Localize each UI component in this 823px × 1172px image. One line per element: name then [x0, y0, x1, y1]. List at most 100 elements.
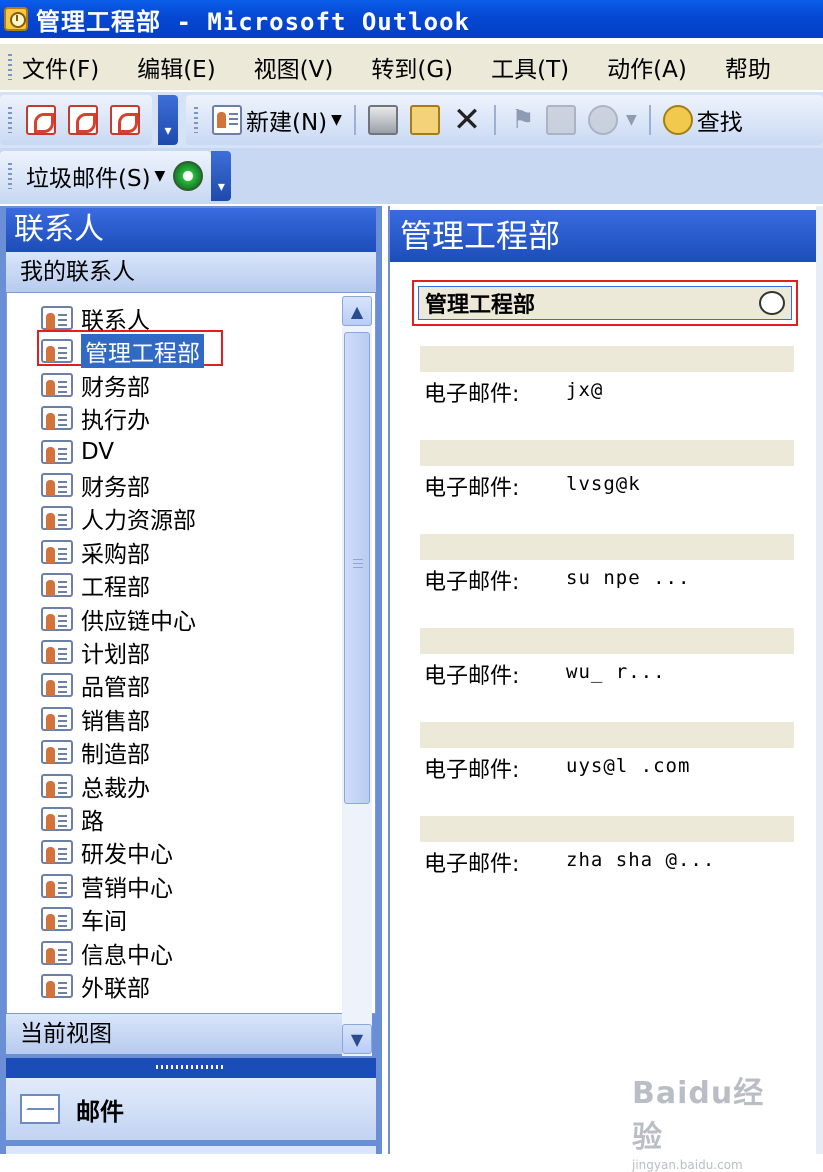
scroll-thumb[interactable]: [344, 332, 370, 804]
contact-card-email-row: 电子邮件: uys@l .com: [424, 752, 794, 784]
nav-scrollbar[interactable]: ▲ ▼: [342, 296, 372, 1056]
junk-mail-button[interactable]: 垃圾邮件(S) ▼: [22, 156, 169, 196]
contact-folder-item[interactable]: 人力资源部: [41, 503, 196, 534]
chevron-down-icon[interactable]: ▼: [331, 112, 342, 128]
menu-actions[interactable]: 动作(A): [607, 50, 687, 84]
email-value[interactable]: su npe ...: [566, 564, 690, 596]
menu-tools[interactable]: 工具(T): [491, 50, 569, 84]
move-to-folder-button[interactable]: [406, 100, 448, 140]
contact-folder-label: 财务部: [81, 475, 150, 501]
menu-help[interactable]: 帮助: [725, 50, 771, 84]
toolbar-options-chevron[interactable]: ▾: [158, 95, 178, 145]
standard-toolbar: ▾ 新建(N) ▼ ✕ ⚑ ▼ 查找: [0, 92, 823, 148]
contact-card-name-bar[interactable]: [420, 816, 794, 842]
email-label: 电子邮件:: [424, 664, 520, 689]
contact-folder-item[interactable]: 工程部: [41, 570, 150, 601]
follow-up-button[interactable]: ⚑: [504, 100, 542, 140]
contact-folder-item[interactable]: 财务部: [41, 370, 150, 401]
contact-folder-label: 管理工程部: [81, 334, 204, 369]
toolbar-grip[interactable]: [8, 107, 12, 133]
my-contacts-section[interactable]: 我的联系人: [6, 252, 376, 292]
categorize-button[interactable]: [542, 100, 584, 140]
distribution-list-card[interactable]: 管理工程部: [412, 280, 798, 326]
menu-grip[interactable]: [8, 54, 12, 80]
pdf-folder-button[interactable]: [106, 100, 148, 140]
find-label: 查找: [696, 110, 743, 136]
contact-card-email-row: 电子邮件: wu_ r...: [424, 658, 794, 690]
contact-folder-item[interactable]: 执行办: [41, 403, 150, 435]
scroll-up-button[interactable]: ▲: [342, 296, 372, 326]
contact-folder-label: 采购部: [81, 541, 150, 568]
email-value[interactable]: wu_ r...: [566, 658, 666, 690]
distribution-list-header[interactable]: 管理工程部: [418, 286, 792, 320]
pdf-attach-button[interactable]: [64, 100, 106, 140]
contact-folder-item[interactable]: DV: [41, 437, 114, 467]
contact-folder-item[interactable]: 管理工程部: [41, 334, 204, 369]
contact-card-icon: [41, 673, 73, 698]
folder-title: 管理工程部: [390, 210, 823, 262]
contact-folder-item[interactable]: 销售部: [41, 704, 150, 735]
contact-card-name-bar[interactable]: [420, 346, 794, 372]
contact-folder-item[interactable]: 信息中心: [41, 938, 173, 969]
contact-folder-item[interactable]: 采购部: [41, 537, 150, 568]
chevron-down-icon[interactable]: ▼: [155, 168, 166, 184]
nav-pane-title: 联系人: [6, 208, 376, 252]
contact-folder-label: DV: [81, 438, 115, 465]
contact-card-icon: [41, 940, 73, 965]
email-value[interactable]: lvsg@k: [566, 470, 641, 502]
contact-folder-item[interactable]: 供应链中心: [41, 604, 196, 635]
mail-label: 邮件: [76, 1097, 124, 1126]
chevron-down-icon[interactable]: ▼: [626, 112, 637, 128]
toolbar-grip[interactable]: [194, 107, 198, 133]
links-button[interactable]: ▼: [584, 100, 641, 140]
menu-view[interactable]: 视图(V): [254, 50, 334, 84]
contact-card-name-bar[interactable]: [420, 440, 794, 466]
contact-card-icon: [41, 573, 73, 598]
nav-pane-splitter[interactable]: [6, 1058, 376, 1078]
toolbar-grip[interactable]: [8, 163, 12, 189]
spam-filter-button[interactable]: [169, 156, 207, 196]
delete-button[interactable]: ✕: [448, 100, 486, 140]
contact-folder-item[interactable]: 财务部: [41, 470, 150, 501]
contact-folder-item[interactable]: 车间: [41, 904, 127, 935]
mail-nav-button[interactable]: 邮件: [6, 1078, 376, 1140]
contact-folder-item[interactable]: 营销中心: [41, 871, 173, 902]
contact-folder-item[interactable]: 外联部: [41, 971, 150, 1002]
contact-folder-item[interactable]: 联系人: [41, 303, 150, 334]
toolbar-options-chevron[interactable]: ▾: [211, 151, 232, 201]
categories-icon: [545, 105, 576, 135]
contact-folder-item[interactable]: 品管部: [41, 670, 150, 701]
current-view-section[interactable]: 当前视图: [6, 1014, 342, 1054]
contact-folder-item[interactable]: 路: [41, 804, 104, 835]
contact-folder-label: 外联部: [81, 976, 150, 1002]
menu-file[interactable]: 文件(F): [22, 50, 99, 84]
contact-card-icon: [41, 372, 73, 397]
contact-card-name-bar[interactable]: [420, 628, 794, 654]
contact-card-name-bar[interactable]: [420, 722, 794, 748]
new-button[interactable]: 新建(N) ▼: [208, 100, 346, 140]
email-label: 电子邮件:: [424, 382, 520, 407]
contact-card-icon: [41, 306, 73, 330]
menu-go[interactable]: 转到(G): [371, 50, 453, 84]
email-value[interactable]: uys@l .com: [566, 752, 690, 784]
outlook-clock-icon[interactable]: [4, 7, 28, 31]
email-label: 电子邮件:: [424, 476, 520, 501]
contact-folder-item[interactable]: 研发中心: [41, 837, 173, 868]
contact-card-name-bar[interactable]: [420, 534, 794, 560]
find-button[interactable]: 查找: [659, 100, 747, 140]
menu-edit[interactable]: 编辑(E): [137, 50, 215, 84]
scroll-down-button[interactable]: ▼: [342, 1024, 372, 1054]
contact-card-icon: [41, 439, 73, 464]
email-value[interactable]: zha sha @...: [566, 846, 715, 878]
email-label: 电子邮件:: [424, 758, 520, 783]
email-value[interactable]: jx@: [566, 376, 603, 408]
contact-card-email-row: 电子邮件: jx@: [424, 376, 794, 408]
pdf-convert-button[interactable]: [22, 100, 64, 140]
pdf-toolbar: [0, 95, 152, 145]
watermark-brand: Baidu经验: [632, 1076, 765, 1155]
print-button[interactable]: [364, 100, 406, 140]
contact-folder-item[interactable]: 制造部: [41, 737, 150, 768]
contact-folder-item[interactable]: 总裁办: [41, 771, 150, 802]
contact-folder-label: 执行办: [81, 408, 150, 435]
contact-folder-item[interactable]: 计划部: [41, 637, 150, 668]
